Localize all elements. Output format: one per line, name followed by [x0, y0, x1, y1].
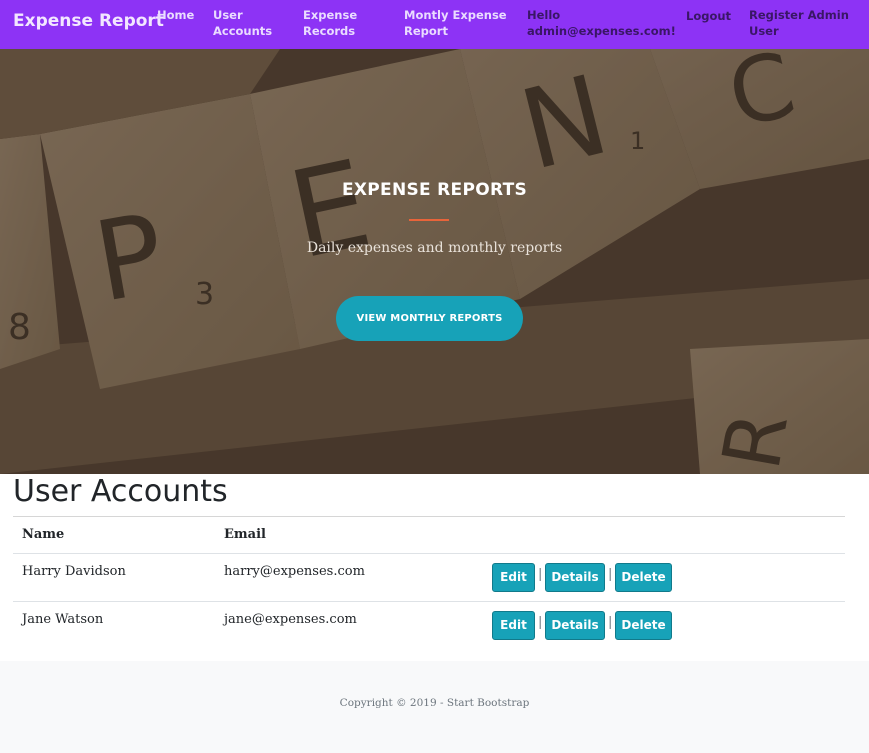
- hero-subtitle: Daily expenses and monthly reports: [306, 240, 563, 256]
- copyright-text: Copyright © 2019 - Start Bootstrap: [339, 697, 530, 709]
- title-divider: [13, 516, 845, 517]
- action-separator: |: [608, 615, 613, 630]
- nav-hello-user-link[interactable]: Hello admin@expenses.com!: [527, 7, 676, 39]
- brand-link[interactable]: Expense Report: [13, 11, 164, 31]
- column-header-email: Email: [224, 527, 266, 542]
- nav-logout-link[interactable]: Logout: [686, 8, 731, 24]
- footer: Copyright © 2019 - Start Bootstrap: [0, 661, 869, 753]
- action-separator: |: [538, 567, 543, 582]
- hero-section: P E N C R 3 8 1 EXPENSE REPORTS Daily ex…: [0, 49, 869, 474]
- nav-monthly-report-link[interactable]: Montly Expense Report: [404, 7, 509, 39]
- scrabble-tiles-background: P E N C R 3 8 1: [0, 49, 869, 474]
- navbar: Expense Report Home User Accounts Expens…: [0, 0, 869, 49]
- delete-button[interactable]: Delete: [615, 563, 672, 592]
- action-separator: |: [538, 615, 543, 630]
- nav-user-accounts-link[interactable]: User Accounts: [213, 7, 283, 39]
- column-header-name: Name: [22, 527, 65, 542]
- edit-button[interactable]: Edit: [492, 563, 535, 592]
- delete-button[interactable]: Delete: [615, 611, 672, 640]
- hero-divider: [409, 219, 449, 221]
- details-button[interactable]: Details: [545, 611, 605, 640]
- nav-register-link[interactable]: Register Admin User: [749, 7, 849, 39]
- user-email-cell: jane@expenses.com: [224, 612, 357, 627]
- details-button[interactable]: Details: [545, 563, 605, 592]
- nav-expense-records-link[interactable]: Expense Records: [303, 7, 373, 39]
- edit-button[interactable]: Edit: [492, 611, 535, 640]
- hero-title: EXPENSE REPORTS: [341, 180, 528, 200]
- header-divider: [13, 553, 845, 554]
- nav-home-link[interactable]: Home: [157, 7, 194, 23]
- page-title: User Accounts: [13, 474, 228, 509]
- action-separator: |: [608, 567, 613, 582]
- user-name-cell: Jane Watson: [22, 612, 104, 627]
- row-divider: [13, 601, 845, 602]
- user-name-cell: Harry Davidson: [22, 564, 126, 579]
- view-monthly-reports-button[interactable]: VIEW MONTHLY REPORTS: [336, 296, 523, 341]
- user-email-cell: harry@expenses.com: [224, 564, 365, 579]
